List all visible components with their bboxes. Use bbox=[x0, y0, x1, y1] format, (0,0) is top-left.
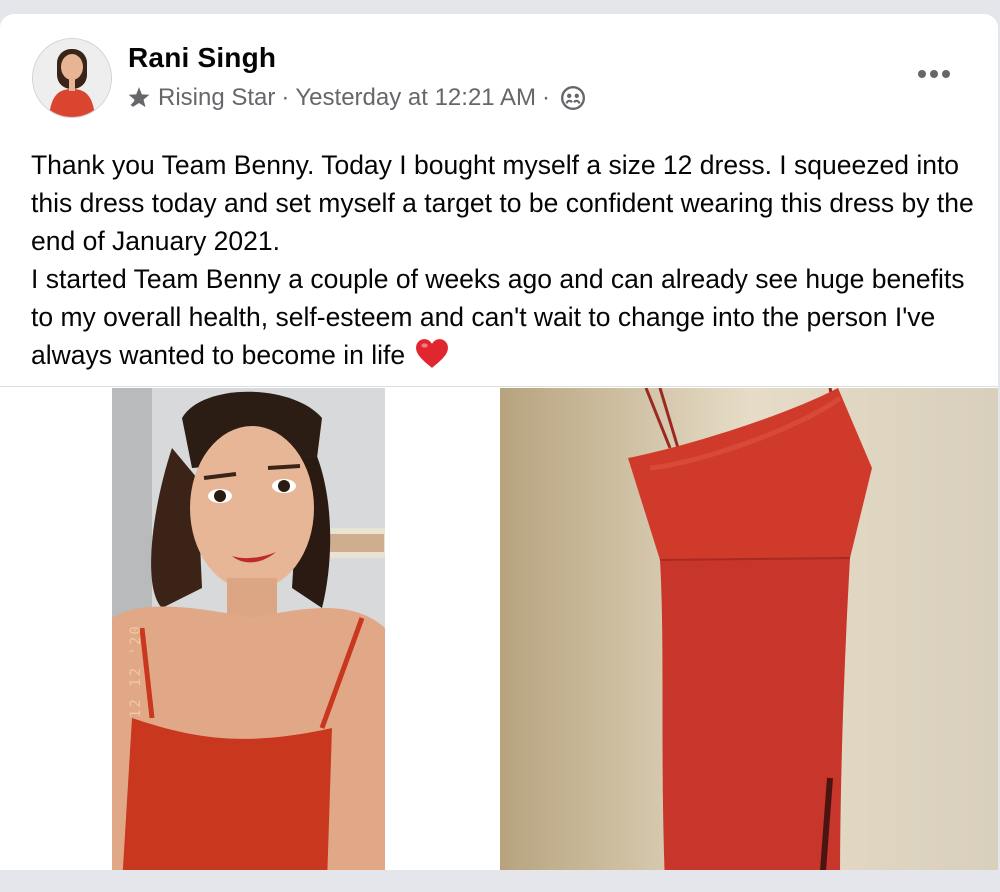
red-heart-icon bbox=[415, 339, 448, 368]
author-name[interactable]: Rani Singh bbox=[128, 42, 276, 74]
post-paragraph-last: I started Team Benny a couple of weeks a… bbox=[31, 260, 981, 374]
post-header: Rani Singh Rising Star · Yesterday at 12… bbox=[0, 14, 998, 124]
post-paragraph: I started Team Benny a couple of weeks a… bbox=[31, 264, 965, 370]
post-card: Rani Singh Rising Star · Yesterday at 12… bbox=[0, 14, 998, 892]
avatar[interactable] bbox=[32, 38, 112, 118]
selfie-photo[interactable]: 12 12 '20 bbox=[112, 388, 385, 884]
photo-grid: 12 12 '20 bbox=[0, 386, 998, 892]
photo-date-stamp: 12 12 '20 bbox=[128, 624, 144, 718]
dress-image bbox=[500, 387, 998, 885]
selfie-image bbox=[112, 388, 385, 884]
more-options-icon[interactable] bbox=[918, 70, 950, 78]
post-text: Thank you Team Benny. Today I bought mys… bbox=[31, 146, 981, 374]
badge-label[interactable]: Rising Star bbox=[158, 84, 275, 112]
avatar-image bbox=[33, 39, 111, 117]
timestamp[interactable]: Yesterday at 12:21 AM bbox=[295, 84, 536, 112]
post-paragraph: Thank you Team Benny. Today I bought mys… bbox=[31, 150, 974, 256]
separator: · bbox=[541, 84, 550, 111]
red-dress-photo[interactable] bbox=[500, 387, 998, 885]
post-meta: Rising Star · Yesterday at 12:21 AM · bbox=[126, 84, 586, 112]
feed-background bbox=[0, 870, 1000, 892]
group-icon[interactable] bbox=[560, 85, 586, 111]
separator: · bbox=[281, 84, 290, 111]
star-icon bbox=[128, 87, 150, 108]
